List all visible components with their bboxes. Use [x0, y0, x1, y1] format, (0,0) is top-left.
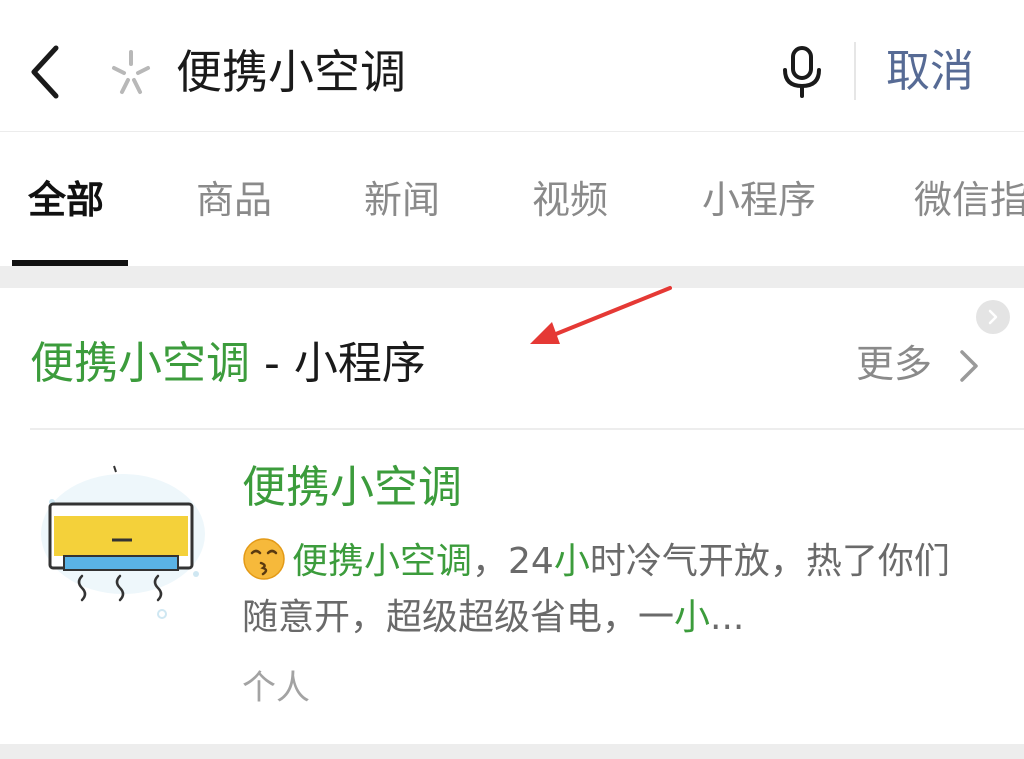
section-title: 便携小空调 - 小程序 — [30, 332, 426, 396]
tab-news[interactable]: 新闻 — [364, 176, 440, 224]
info-circle-icon[interactable] — [976, 300, 1010, 334]
desc-text-a: ，24 — [472, 541, 554, 582]
desc-keyword: 便携小空调 — [292, 541, 473, 582]
bottom-separator — [0, 744, 1024, 759]
search-input[interactable]: 便携小空调 — [176, 40, 406, 104]
section-title-keyword: 便携小空调 — [30, 338, 250, 389]
desc-ellipsis: ... — [710, 597, 745, 638]
chevron-right-icon[interactable] — [954, 346, 982, 386]
tab-videos[interactable]: 视频 — [532, 176, 608, 224]
mini-program-section: 便携小空调 - 小程序 更多 便携小空调 便携小空调，24小时冷气开放，热了你们… — [0, 288, 1024, 744]
more-link[interactable]: 更多 — [856, 336, 932, 392]
category-tabs: 全部 商品 新闻 视频 小程序 微信指 — [0, 132, 1024, 266]
kissing-face-emoji-icon — [243, 538, 285, 580]
result-owner-type: 个人 — [242, 668, 310, 708]
desc-keyword-small: 小 — [553, 541, 590, 582]
sparkle-icon — [112, 50, 150, 94]
search-header: 便携小空调 取消 — [0, 0, 1024, 132]
section-title-suffix: - 小程序 — [250, 338, 426, 389]
tab-products[interactable]: 商品 — [196, 176, 272, 224]
tab-all[interactable]: 全部 — [28, 176, 104, 224]
section-separator — [0, 266, 1024, 288]
cancel-button[interactable]: 取消 — [886, 40, 974, 104]
back-chevron-icon[interactable] — [22, 42, 72, 102]
section-divider — [30, 428, 1024, 430]
tab-wechat-index[interactable]: 微信指 — [914, 176, 1024, 224]
tab-mini-programs[interactable]: 小程序 — [702, 176, 816, 224]
microphone-icon[interactable] — [778, 44, 826, 98]
result-description: 便携小空调，24小时冷气开放，热了你们随意开，超级超级省电，一小... — [242, 534, 962, 646]
air-conditioner-icon[interactable] — [38, 464, 208, 624]
desc-keyword-small-2: 小 — [674, 597, 711, 638]
header-divider — [854, 42, 856, 100]
result-title[interactable]: 便携小空调 — [242, 456, 462, 520]
